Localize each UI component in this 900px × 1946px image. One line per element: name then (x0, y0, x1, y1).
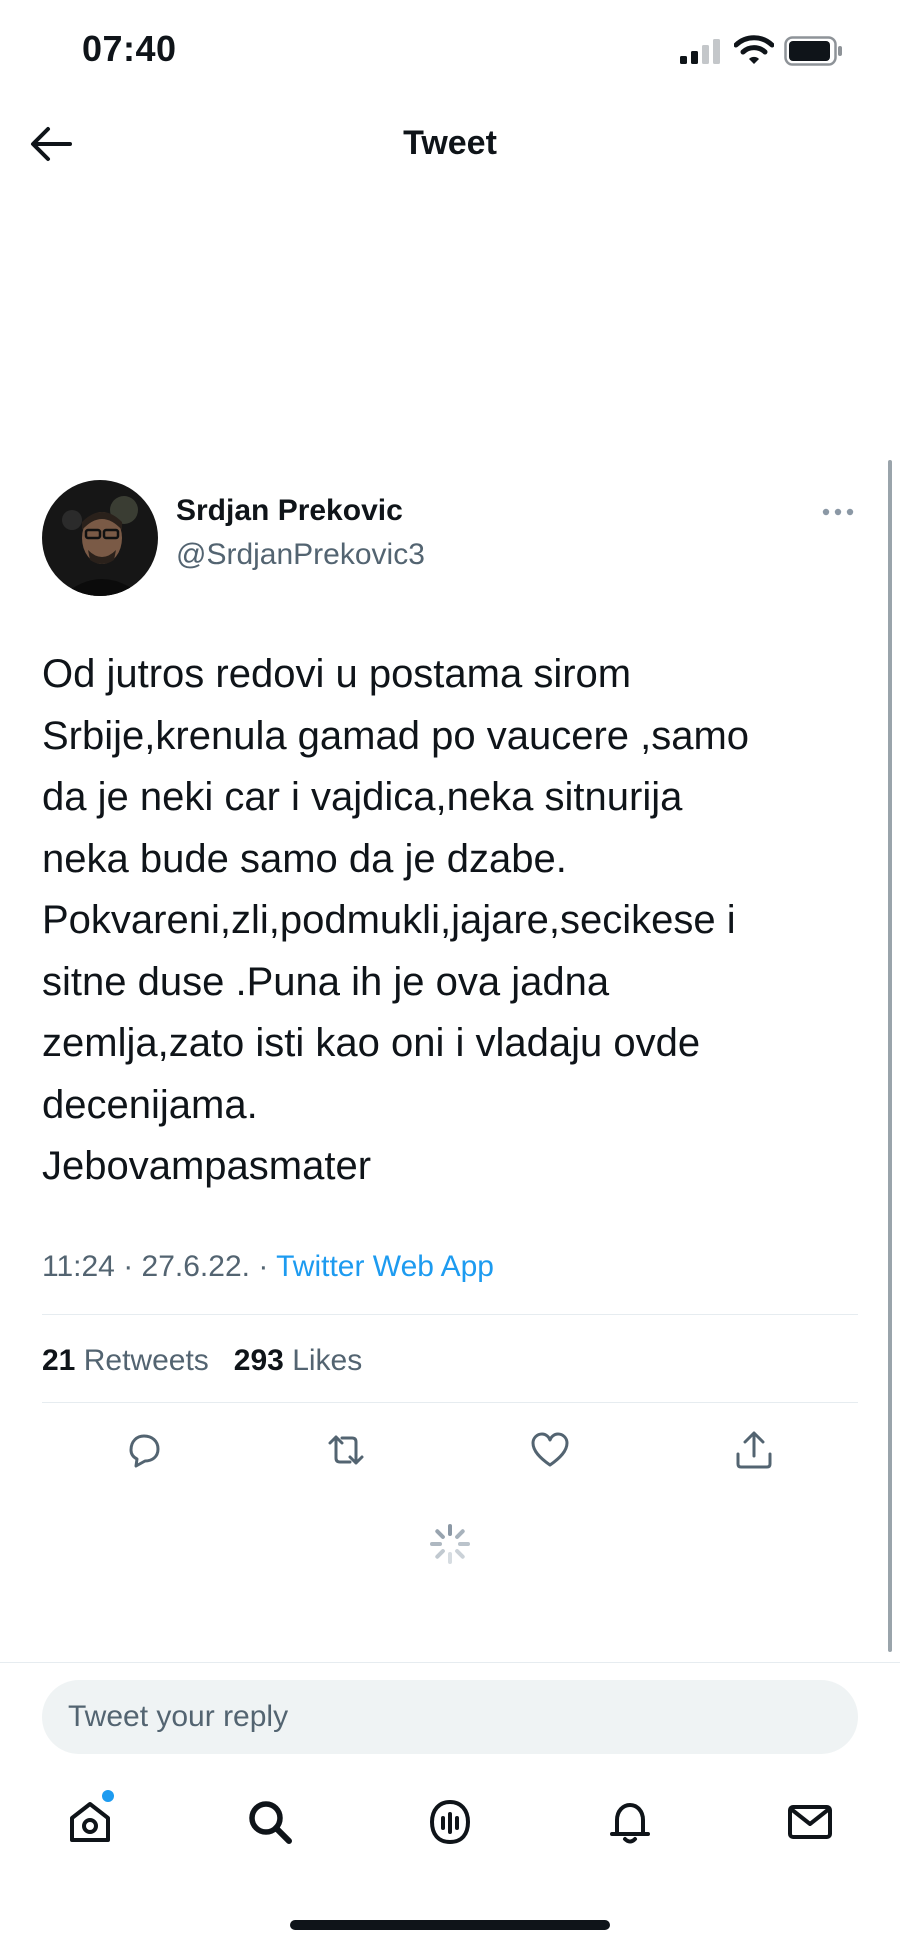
notification-dot (102, 1790, 114, 1802)
likes-label: Likes (292, 1344, 363, 1377)
meta-separator: · (258, 1250, 277, 1283)
tweet-text: Od jutros redovi u postama sirom Srbije,… (42, 652, 750, 1188)
avatar-image (42, 480, 158, 596)
cellular-signal-icon (680, 39, 720, 64)
status-time: 07:40 (82, 28, 177, 69)
notifications-bell-icon[interactable] (604, 1796, 656, 1848)
likes-link[interactable]: 293 Likes (234, 1344, 362, 1377)
divider (42, 1402, 858, 1403)
home-indicator (290, 1920, 610, 1930)
reply-icon[interactable] (122, 1428, 166, 1472)
avatar[interactable] (42, 480, 158, 596)
author-name[interactable]: Srdjan Prekovic (176, 494, 403, 528)
home-icon[interactable] (64, 1796, 116, 1848)
tweet-date: 27.6.22. (141, 1250, 250, 1283)
tweet-time: 11:24 (42, 1250, 115, 1283)
engagement-counts: 21 Retweets 293 Likes (42, 1344, 362, 1378)
retweets-label: Retweets (83, 1344, 209, 1377)
tweet-meta: 11:24 · 27.6.22. · Twitter Web App (42, 1250, 494, 1284)
messages-mail-icon[interactable] (784, 1796, 836, 1848)
spaces-icon[interactable] (424, 1796, 476, 1848)
divider (42, 1314, 858, 1315)
author-handle[interactable]: @SrdjanPrekovic3 (176, 538, 425, 572)
page-title: Tweet (403, 124, 497, 162)
search-icon[interactable] (244, 1796, 296, 1848)
battery-icon (784, 36, 842, 66)
divider (0, 1662, 900, 1663)
wifi-icon (734, 35, 774, 64)
retweets-link[interactable]: 21 Retweets (42, 1344, 209, 1377)
meta-separator: · (123, 1250, 142, 1283)
share-icon[interactable] (732, 1428, 776, 1472)
retweet-icon[interactable] (324, 1428, 368, 1472)
loading-spinner-icon (430, 1524, 470, 1564)
reply-placeholder: Tweet your reply (68, 1700, 289, 1733)
retweets-count: 21 (42, 1344, 76, 1377)
tweet-source-link[interactable]: Twitter Web App (276, 1250, 494, 1283)
likes-count: 293 (233, 1344, 284, 1377)
like-heart-icon[interactable] (528, 1428, 572, 1472)
scrollbar[interactable] (888, 460, 892, 1652)
more-options-icon[interactable] (822, 505, 854, 519)
